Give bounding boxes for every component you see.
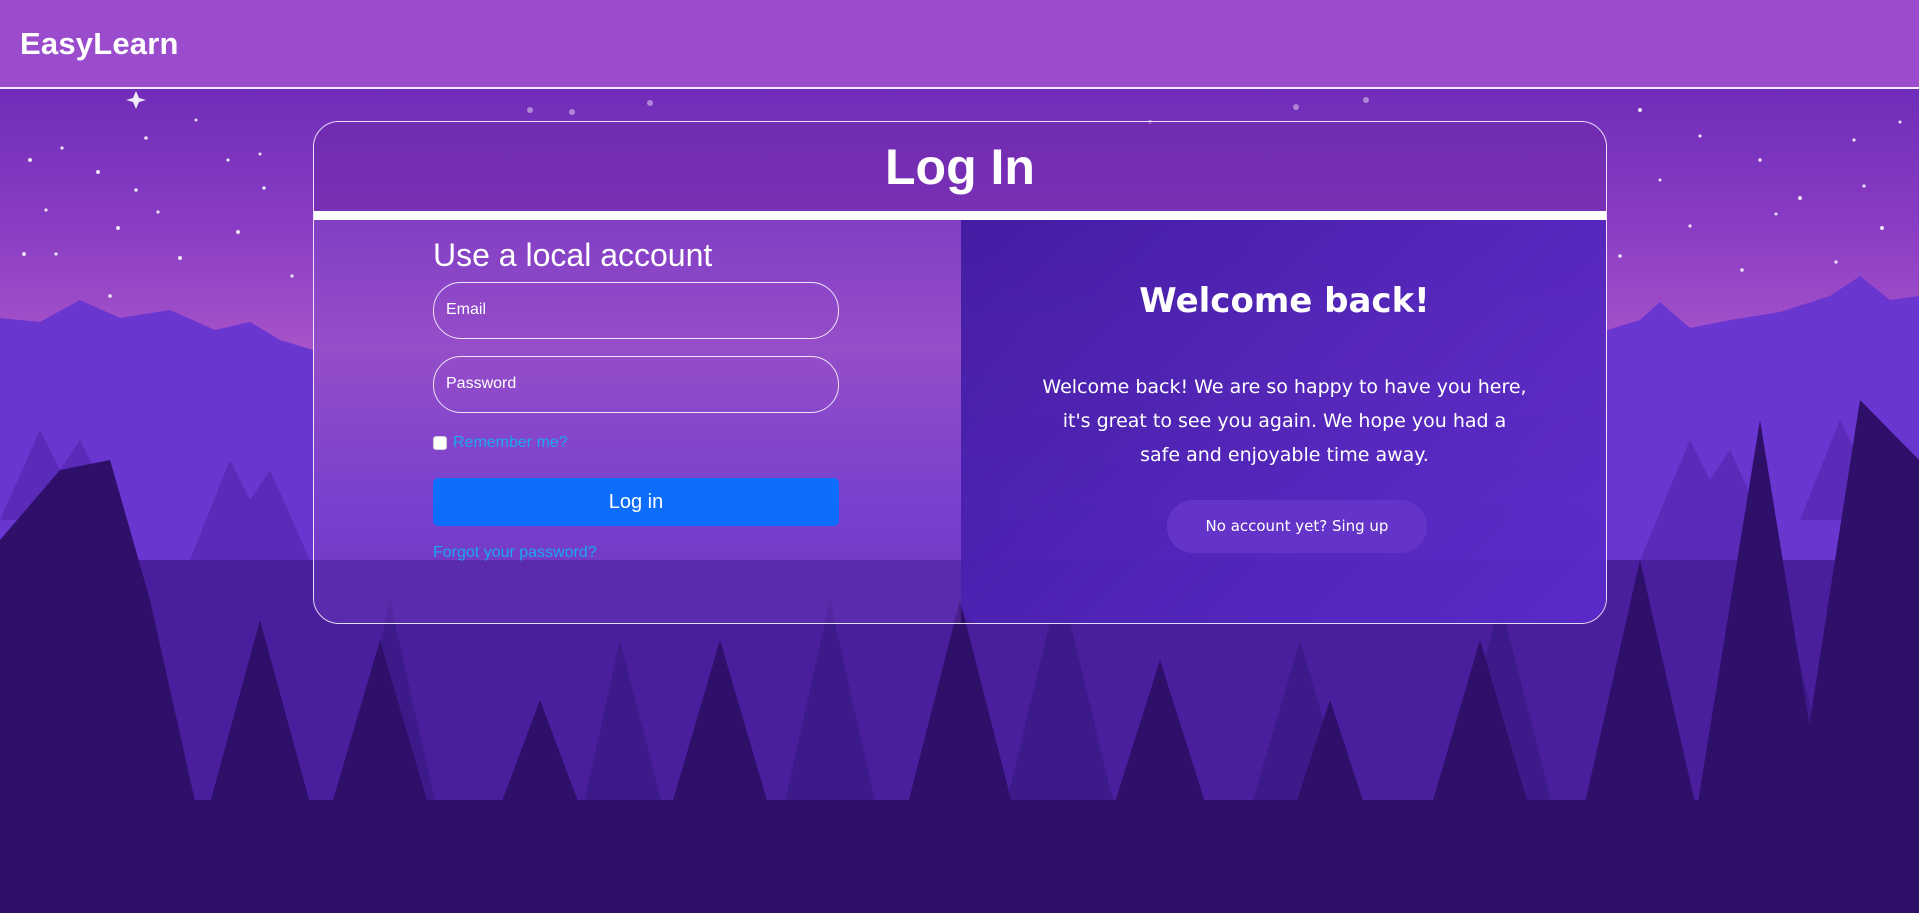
welcome-message: Welcome back! We are so happy to have yo…: [1042, 376, 1527, 466]
page-title: Log In: [885, 139, 1035, 195]
login-button[interactable]: Log in: [433, 478, 839, 526]
remember-me-checkbox[interactable]: [433, 436, 447, 450]
top-navbar: EasyLearn: [0, 0, 1919, 89]
card-divider: [314, 211, 1606, 220]
email-placeholder: Email: [446, 301, 487, 318]
login-card: Log In Use a local account Email Passwor…: [313, 121, 1607, 624]
signup-button[interactable]: No account yet? Sing up: [1167, 500, 1427, 553]
remember-me-label[interactable]: Remember me?: [453, 434, 568, 452]
password-field[interactable]: Password: [433, 356, 839, 413]
brand-logo-link[interactable]: EasyLearn: [20, 26, 179, 62]
login-form-panel: [314, 220, 961, 623]
welcome-heading: Welcome back!: [1139, 281, 1430, 321]
local-account-heading: Use a local account: [433, 237, 713, 273]
card-header: Log In: [314, 122, 1606, 211]
forgot-password-link[interactable]: Forgot your password?: [433, 544, 597, 562]
password-placeholder: Password: [446, 375, 517, 392]
email-field[interactable]: Email: [433, 282, 839, 339]
remember-me-row: Remember me?: [433, 433, 568, 453]
